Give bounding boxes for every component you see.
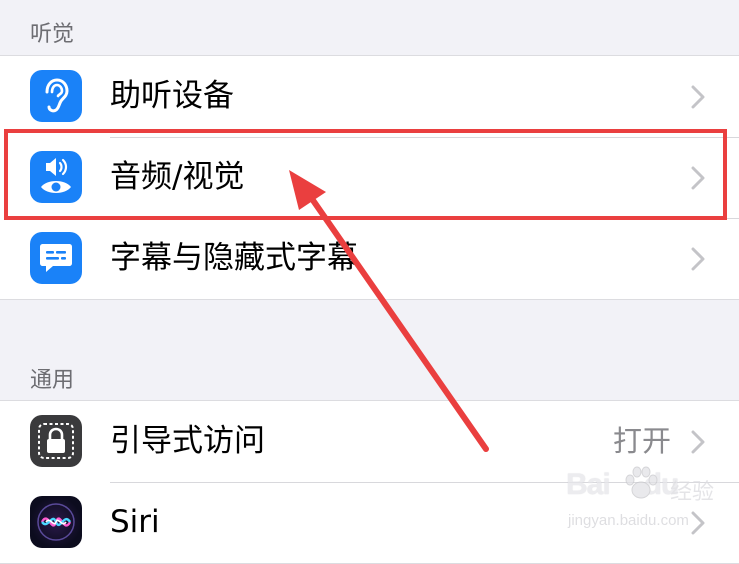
general-group: 引导式访问 打开 Siri (0, 400, 739, 564)
speaker-eye-icon (30, 151, 82, 203)
chevron-right-icon (691, 85, 705, 109)
hearing-group: 助听设备 音频/视觉 字幕与隐藏式字幕 (0, 55, 739, 300)
row-subtitles-captions[interactable]: 字幕与隐藏式字幕 (0, 218, 739, 299)
row-audio-visual[interactable]: 音频/视觉 (0, 137, 739, 218)
row-label: 音频/视觉 (110, 159, 245, 195)
chevron-right-icon (691, 247, 705, 271)
section-header-general: 通用 (30, 368, 75, 393)
chevron-right-icon (691, 166, 705, 190)
row-hearing-devices[interactable]: 助听设备 (0, 56, 739, 137)
row-label: 引导式访问 (110, 423, 265, 459)
chevron-right-icon (691, 511, 705, 535)
siri-icon (30, 496, 82, 548)
row-value: 打开 (612, 424, 671, 458)
section-header-hearing: 听觉 (30, 22, 75, 47)
row-label: 助听设备 (110, 78, 234, 114)
ear-icon (30, 70, 82, 122)
row-guided-access[interactable]: 引导式访问 打开 (0, 401, 739, 482)
lock-icon (30, 415, 82, 467)
chevron-right-icon (691, 430, 705, 454)
caption-bubble-icon (30, 232, 82, 284)
row-label: 字幕与隐藏式字幕 (110, 240, 358, 276)
